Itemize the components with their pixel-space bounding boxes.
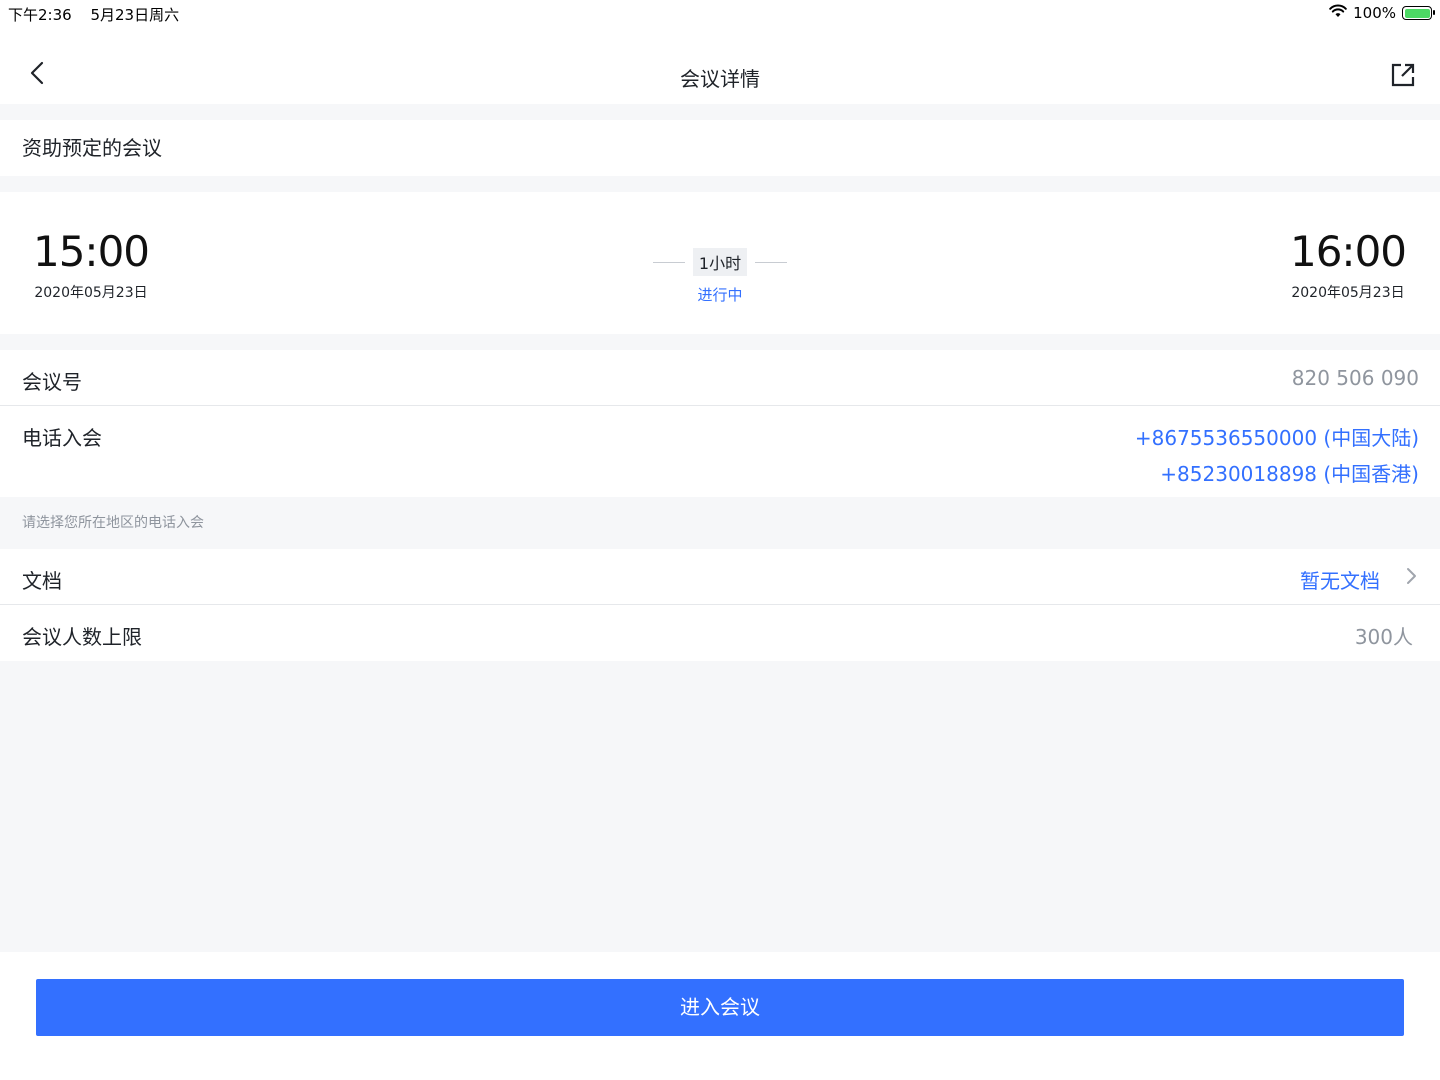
page-title: 会议详情 bbox=[680, 67, 760, 91]
meeting-status: 进行中 bbox=[697, 286, 743, 304]
status-left: 下午2:36 5月23日周六 bbox=[8, 4, 193, 25]
limit-label: 会议人数上限 bbox=[22, 625, 142, 649]
meeting-id-row: 会议号 820 506 090 bbox=[0, 350, 1440, 406]
start-date: 2020年05月23日 bbox=[34, 285, 148, 301]
duration-block: 1小时 进行中 bbox=[620, 248, 820, 305]
docs-label: 文档 bbox=[22, 569, 62, 593]
share-button[interactable] bbox=[1388, 62, 1418, 92]
status-time: 下午2:36 bbox=[8, 6, 72, 24]
meeting-id-value: 820 506 090 bbox=[1291, 366, 1419, 390]
duration-line: 1小时 bbox=[620, 248, 820, 276]
phone-number-link[interactable]: +85230018898 (中国香港) bbox=[1135, 456, 1419, 492]
divider bbox=[755, 261, 788, 263]
end-date: 2020年05月23日 bbox=[1291, 285, 1405, 301]
chevron-right-icon bbox=[1406, 567, 1418, 589]
external-link-icon bbox=[1390, 62, 1416, 92]
enter-meeting-button[interactable]: 进入会议 bbox=[36, 979, 1404, 1036]
docs-row[interactable]: 文档 暂无文档 bbox=[0, 549, 1440, 605]
bottom-action-bar: 进入会议 bbox=[0, 952, 1440, 1080]
phone-hint: 请选择您所在地区的电话入会 bbox=[22, 515, 204, 531]
end-time: 16:00 bbox=[1289, 227, 1407, 276]
meeting-id-label: 会议号 bbox=[22, 370, 82, 394]
limit-value: 300人 bbox=[1354, 625, 1413, 649]
start-time-block: 15:00 2020年05月23日 bbox=[11, 228, 171, 302]
duration-badge: 1小时 bbox=[692, 248, 748, 276]
meeting-extra-list: 文档 暂无文档 会议人数上限 300人 bbox=[0, 549, 1440, 661]
wifi-icon bbox=[1329, 4, 1347, 22]
status-right: 100% bbox=[1329, 4, 1435, 22]
participant-limit-row: 会议人数上限 300人 bbox=[0, 605, 1440, 661]
divider bbox=[652, 261, 685, 263]
battery-percent: 100% bbox=[1353, 4, 1396, 22]
status-bar: 下午2:36 5月23日周六 100% bbox=[0, 0, 1440, 30]
end-time-block: 16:00 2020年05月23日 bbox=[1268, 228, 1428, 302]
start-time: 15:00 bbox=[32, 227, 150, 276]
status-date: 5月23日周六 bbox=[90, 6, 180, 24]
docs-link[interactable]: 暂无文档 bbox=[1300, 565, 1380, 594]
meeting-info-list: 会议号 820 506 090 电话入会 +8675536550000 (中国大… bbox=[0, 350, 1440, 497]
phone-join-label: 电话入会 bbox=[22, 426, 102, 450]
battery-icon bbox=[1402, 6, 1435, 20]
battery-fill bbox=[1404, 8, 1430, 18]
phone-number-link[interactable]: +8675536550000 (中国大陆) bbox=[1135, 420, 1419, 456]
phone-join-row: 电话入会 +8675536550000 (中国大陆) +85230018898 … bbox=[0, 406, 1440, 497]
phone-numbers: +8675536550000 (中国大陆) +85230018898 (中国香港… bbox=[1135, 420, 1419, 492]
nav-bar: 会议详情 bbox=[0, 30, 1440, 104]
meeting-title: 资助预定的会议 bbox=[0, 120, 1440, 176]
meeting-time-panel: 15:00 2020年05月23日 1小时 进行中 16:00 2020年05月… bbox=[0, 192, 1440, 334]
